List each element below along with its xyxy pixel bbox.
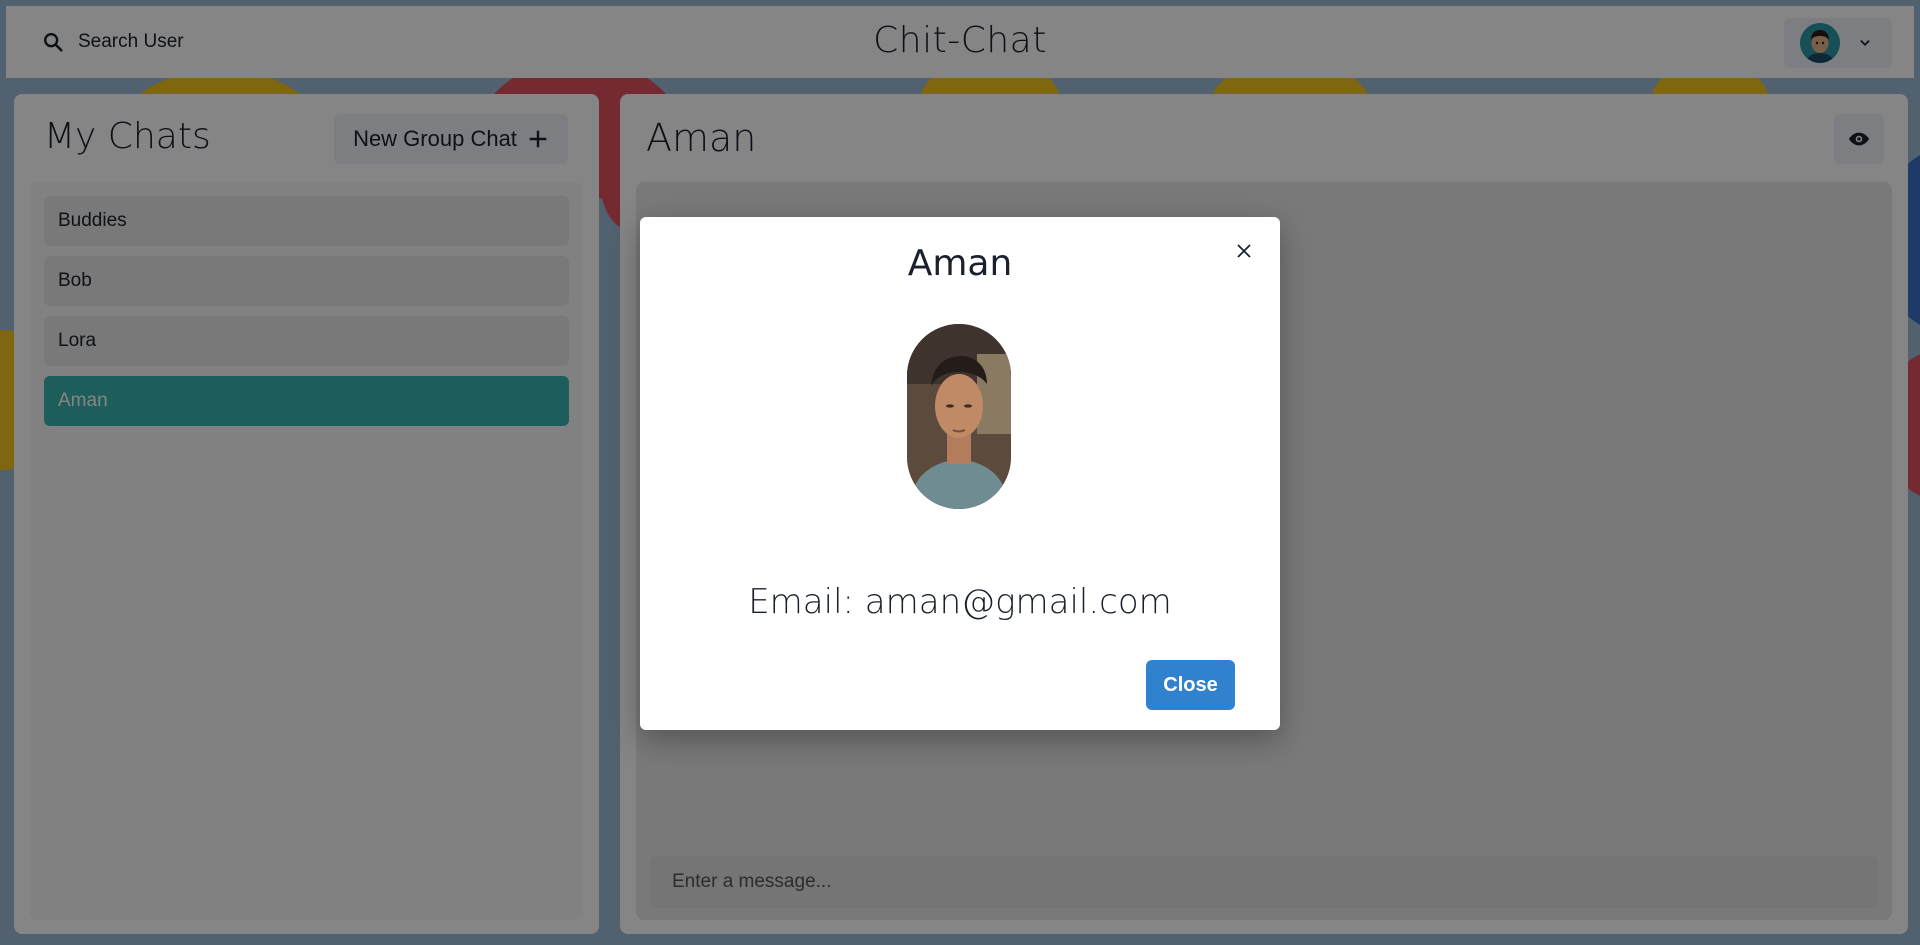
- profile-modal: Aman Email: aman@gmail.com Close: [640, 217, 1280, 730]
- modal-email: Email: aman@gmail.com: [748, 582, 1172, 622]
- profile-picture: [907, 324, 1011, 509]
- modal-close-button[interactable]: [1226, 233, 1262, 269]
- modal-title: Aman: [907, 243, 1013, 284]
- close-icon: [1237, 244, 1251, 258]
- close-button[interactable]: Close: [1146, 660, 1235, 710]
